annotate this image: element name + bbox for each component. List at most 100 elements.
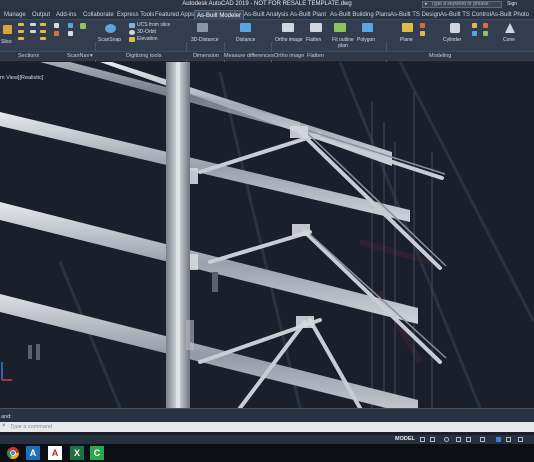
customize-icon[interactable]: [518, 437, 523, 442]
tab-express-tools[interactable]: Express Tools: [115, 10, 156, 20]
ucs-from-slice-button[interactable]: UCS from slice: [137, 22, 170, 28]
ortho-icon[interactable]: [444, 437, 449, 442]
section-tool-icon[interactable]: [40, 30, 46, 33]
ortho-image-icon[interactable]: [282, 23, 294, 32]
elevation-icon: [129, 37, 135, 42]
scannav-tool-icon[interactable]: [68, 31, 73, 36]
camtasia-icon[interactable]: C: [90, 446, 104, 460]
sign-in-link[interactable]: Sign: [507, 1, 517, 7]
tab-collaborate[interactable]: Collaborate: [81, 10, 116, 20]
orbit-icon: [129, 30, 135, 35]
plane-button[interactable]: Plane: [400, 37, 413, 43]
scannav-tool-icon[interactable]: [54, 31, 59, 36]
search-placeholder: Type a keyword or phrase: [431, 1, 489, 7]
os-taskbar: A A X C: [0, 444, 534, 462]
cone-icon[interactable]: [505, 23, 515, 33]
panel-flatten[interactable]: Flatten: [307, 53, 324, 59]
3d-distance-button[interactable]: 3D-Distance: [191, 37, 219, 43]
tab-as-built-ts-control[interactable]: As-Built TS Control: [438, 10, 493, 20]
scansnap-button[interactable]: ScanSnap: [98, 37, 121, 43]
modeling-tool-icon[interactable]: [472, 31, 477, 36]
slice-icon[interactable]: [3, 25, 12, 34]
modeling-tool-icon[interactable]: [483, 31, 488, 36]
section-tool-icon[interactable]: [30, 30, 36, 33]
settings-icon[interactable]: [506, 437, 511, 442]
scannav-tool-icon[interactable]: [80, 23, 86, 29]
command-line[interactable]: × Type a command: [0, 422, 534, 432]
fit-outline-plan-button[interactable]: Fit outline plan: [329, 37, 357, 49]
ribbon-tabs: Manage Output Add-ins Collaborate Expres…: [0, 9, 534, 20]
tab-as-built-ts-design[interactable]: As-Built TS Design: [388, 10, 442, 20]
command-input[interactable]: Type a command: [10, 424, 52, 430]
cone-button[interactable]: Cone: [503, 37, 515, 43]
tab-output[interactable]: Output: [30, 10, 52, 20]
flatten-button[interactable]: Flatten: [306, 37, 321, 43]
section-tool-icon[interactable]: [18, 30, 24, 33]
distance-icon[interactable]: [240, 23, 251, 32]
command-history: and:: [0, 408, 534, 422]
cylinder-button[interactable]: Cylinder: [443, 37, 461, 43]
scansnap-icon[interactable]: [105, 24, 116, 33]
panel-modeling[interactable]: Modeling: [429, 53, 451, 59]
ortho-image-button[interactable]: Ortho image: [275, 37, 303, 43]
fit-outline-icon[interactable]: [334, 23, 346, 32]
point-cloud-scene[interactable]: [0, 62, 534, 408]
tab-as-built-modeler[interactable]: As-Built Modeler: [194, 10, 245, 20]
modeling-tool-icon[interactable]: [483, 23, 488, 28]
tab-as-built-photo[interactable]: As-Built Photo: [489, 10, 531, 20]
section-tool-icon[interactable]: [30, 23, 36, 26]
snap-icon[interactable]: [430, 437, 435, 442]
tab-add-ins[interactable]: Add-ins: [54, 10, 78, 20]
section-tool-icon[interactable]: [40, 23, 46, 26]
panel-measure-differences[interactable]: Measure differences: [224, 53, 274, 59]
cylinder-icon[interactable]: [450, 23, 460, 33]
chrome-icon[interactable]: [6, 446, 20, 460]
panel-sections[interactable]: Sections: [18, 53, 39, 59]
tab-manage[interactable]: Manage: [2, 10, 28, 20]
3d-distance-icon[interactable]: [197, 23, 208, 32]
model-space-button[interactable]: MODEL: [395, 436, 415, 442]
polygon-button[interactable]: Polygon: [357, 37, 375, 43]
search-input[interactable]: ▸ Type a keyword or phrase: [422, 1, 502, 8]
slice-button[interactable]: Slice: [1, 39, 12, 45]
flatten-icon[interactable]: [310, 23, 322, 32]
excel-icon[interactable]: X: [70, 446, 84, 460]
polygon-icon[interactable]: [362, 23, 373, 32]
plane-icon[interactable]: [402, 23, 413, 32]
section-tool-icon[interactable]: [18, 37, 24, 40]
chevron-down-icon[interactable]: ▾: [90, 53, 93, 59]
workspace-icon[interactable]: [496, 437, 501, 442]
autocad-blue-icon[interactable]: A: [26, 446, 40, 460]
drawing-viewport[interactable]: m View][Realistic]: [0, 62, 534, 408]
ribbon-panel-titles: Sections ScanNav ▾ Digitizing tools Dime…: [0, 51, 534, 60]
tab-as-built-analysis[interactable]: As-Built Analysis: [242, 10, 290, 20]
modeling-tool-icon[interactable]: [420, 31, 425, 36]
status-bar: MODEL: [0, 435, 534, 444]
search-icon: ▸: [425, 1, 428, 7]
scannav-tool-icon[interactable]: [68, 23, 73, 28]
panel-ortho-image[interactable]: Ortho image: [274, 53, 304, 59]
polar-icon[interactable]: [456, 437, 461, 442]
tab-as-built-plant[interactable]: As-Built Plant: [288, 10, 328, 20]
elevation-button[interactable]: Elevation: [137, 36, 158, 42]
panel-scannav[interactable]: ScanNav: [67, 53, 89, 59]
scannav-tool-icon[interactable]: [54, 23, 59, 28]
title-bar: Autodesk AutoCAD 2019 - NOT FOR RESALE T…: [0, 0, 534, 9]
distance-button[interactable]: Distance: [236, 37, 255, 43]
tab-as-built-building-plans[interactable]: As-Built Building Plans: [328, 10, 392, 20]
annotation-scale-icon[interactable]: [480, 437, 485, 442]
close-icon[interactable]: ×: [2, 423, 6, 429]
osnap-icon[interactable]: [466, 437, 471, 442]
autocad-red-icon[interactable]: A: [48, 446, 62, 460]
viewport-controls-label[interactable]: m View][Realistic]: [0, 75, 43, 81]
modeling-tool-icon[interactable]: [472, 23, 477, 28]
grid-icon[interactable]: [420, 437, 425, 442]
ucs-icon: [129, 23, 135, 28]
modeling-tool-icon[interactable]: [420, 23, 425, 28]
3d-orbit-button[interactable]: 3D-Orbit: [137, 29, 156, 35]
panel-dimension[interactable]: Dimension: [193, 53, 219, 59]
panel-digitizing-tools[interactable]: Digitizing tools: [126, 53, 161, 59]
section-tool-icon[interactable]: [40, 37, 46, 40]
tab-featured-apps[interactable]: Featured Apps: [153, 10, 196, 20]
section-tool-icon[interactable]: [18, 23, 24, 26]
